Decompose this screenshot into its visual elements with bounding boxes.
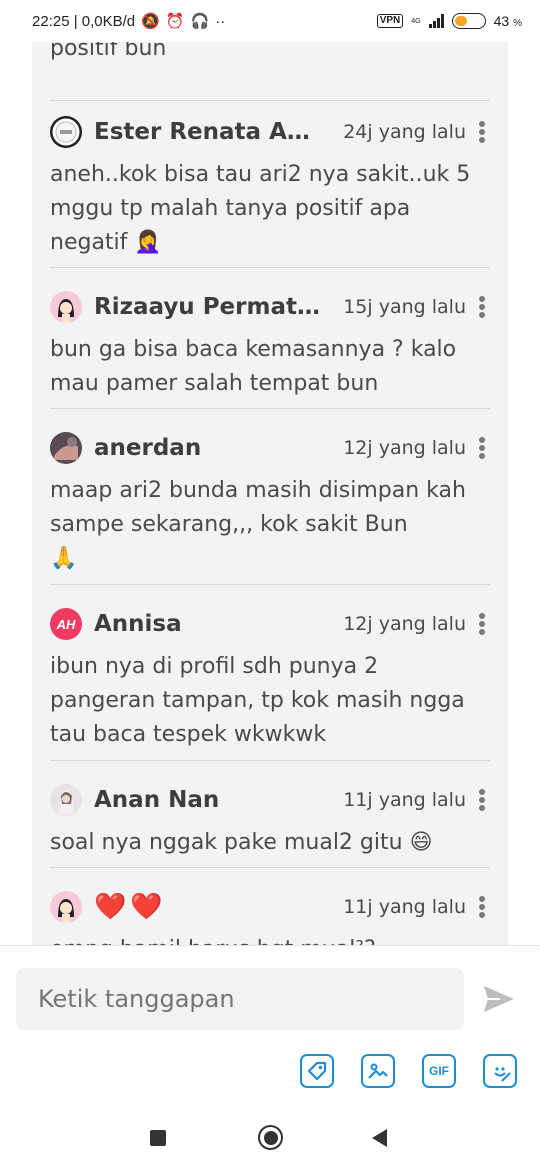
signal-icon xyxy=(428,14,444,28)
network-label: 4G xyxy=(411,17,421,25)
woman-icon xyxy=(50,291,82,323)
send-icon[interactable] xyxy=(482,984,516,1014)
grinning-emoji: 😄 xyxy=(409,830,433,855)
more-options-icon[interactable] xyxy=(474,119,490,145)
status-bar: 22:25 | 0,0KB/d 🔕 ⏰ 🎧 ·· VPN 4G 43 % xyxy=(0,0,540,42)
comment-text: aneh..kok bisa tau ari2 nya sakit..uk 5 … xyxy=(50,158,480,260)
divider xyxy=(50,760,490,761)
comment-text: maap ari2 bunda masih disimpan kah sampe… xyxy=(50,474,480,576)
tag-icon[interactable] xyxy=(300,1054,334,1088)
more-options-icon[interactable] xyxy=(474,787,490,813)
woman-icon xyxy=(50,891,82,923)
more-options-icon[interactable] xyxy=(474,294,490,320)
status-time: 22:25 | 0,0KB/d xyxy=(32,12,136,30)
sticker-icon[interactable] xyxy=(483,1054,517,1088)
status-left: 22:25 | 0,0KB/d 🔕 ⏰ 🎧 ·· xyxy=(32,12,226,31)
commenter-name[interactable]: Ester Renata Abih… xyxy=(94,119,326,145)
comment-feed[interactable]: positif bun Ester Renata Abih… 24j yang … xyxy=(0,42,540,945)
divider xyxy=(50,584,490,585)
photo-icon xyxy=(50,784,82,816)
comment-time: 11j yang lalu xyxy=(343,789,466,811)
reply-composer: GIF xyxy=(0,945,540,1105)
battery-unit: % xyxy=(513,18,522,29)
avatar[interactable] xyxy=(50,784,82,816)
commenter-name-hearts[interactable]: ❤️❤️ xyxy=(94,892,167,922)
avatar[interactable] xyxy=(50,116,82,148)
comment-card: positif bun Ester Renata Abih… 24j yang … xyxy=(32,42,508,945)
battery-fill xyxy=(454,16,467,26)
comment-time: 12j yang lalu xyxy=(343,437,466,459)
comment-text: bun ga bisa baca kemasannya ? kalo mau p… xyxy=(50,337,457,396)
avatar[interactable] xyxy=(50,891,82,923)
more-options-icon[interactable] xyxy=(474,435,490,461)
comment-text-content: maap ari2 bunda masih disimpan kah sampe… xyxy=(50,478,466,537)
status-right: VPN 4G 43 % xyxy=(376,13,522,29)
facepalm-emoji: 🤦‍♀️ xyxy=(134,230,162,255)
battery-icon xyxy=(451,13,486,29)
avatar[interactable] xyxy=(50,432,82,464)
vpn-badge: VPN xyxy=(376,14,404,28)
composer-toolbar: GIF xyxy=(300,1054,517,1088)
comment-header: Ester Renata Abih… 24j yang lalu xyxy=(50,112,490,152)
back-button[interactable] xyxy=(372,1129,387,1147)
commenter-name[interactable]: anerdan xyxy=(94,435,326,461)
comment-header: Anan Nan 11j yang lalu xyxy=(50,780,490,820)
comment-text: ibun nya di profil sdh punya 2 pangeran … xyxy=(50,654,465,747)
mute-notification-icon: 🔕 xyxy=(141,13,160,30)
battery-percent: 43 % xyxy=(494,13,522,29)
commenter-name[interactable]: Anan Nan xyxy=(94,787,326,813)
comment-text-content: soal nya nggak pake mual2 gitu xyxy=(50,830,403,855)
divider xyxy=(50,408,490,409)
comment-time: 11j yang lalu xyxy=(343,896,466,918)
more-options-icon[interactable] xyxy=(474,611,490,637)
folded-hands-emoji: 🙏 xyxy=(50,546,78,571)
ring-icon xyxy=(50,116,82,148)
comment-text: emng hamil harus bgt mual²? xyxy=(50,933,480,945)
comment-header: ❤️❤️ 11j yang lalu xyxy=(50,887,490,927)
system-navigation-bar xyxy=(0,1105,540,1170)
comment-time: 15j yang lalu xyxy=(343,296,466,318)
comment-time: 12j yang lalu xyxy=(343,613,466,635)
comment-header: AH Annisa 12j yang lalu xyxy=(50,604,490,644)
avatar[interactable] xyxy=(50,291,82,323)
avatar[interactable]: AH xyxy=(50,608,82,640)
comment-header: Rizaayu Permata… 15j yang lalu xyxy=(50,287,490,327)
initials-icon: AH xyxy=(56,616,76,632)
divider xyxy=(50,867,490,868)
more-notifications-icon: ·· xyxy=(215,12,226,30)
image-icon[interactable] xyxy=(361,1054,395,1088)
comment-text-content: aneh..kok bisa tau ari2 nya sakit..uk 5 … xyxy=(50,162,471,255)
photo-icon xyxy=(50,432,82,464)
gif-icon[interactable]: GIF xyxy=(422,1054,456,1088)
divider xyxy=(50,100,490,101)
alarm-icon: ⏰ xyxy=(165,13,185,30)
commenter-name[interactable]: Annisa xyxy=(94,611,326,637)
more-options-icon[interactable] xyxy=(474,894,490,920)
network-type: 4G xyxy=(411,18,420,25)
home-button[interactable] xyxy=(258,1125,283,1150)
comment-text: soal nya nggak pake mual2 gitu 😄 xyxy=(50,826,480,860)
battery-value: 43 xyxy=(493,13,510,29)
comment-time: 24j yang lalu xyxy=(343,121,466,143)
recents-button[interactable] xyxy=(150,1130,166,1146)
gif-label: GIF xyxy=(429,1064,449,1078)
reply-input[interactable] xyxy=(16,968,464,1030)
commenter-name[interactable]: Rizaayu Permata… xyxy=(94,294,326,320)
comment-header: anerdan 12j yang lalu xyxy=(50,428,490,468)
headphones-icon: 🎧 xyxy=(190,13,210,30)
divider xyxy=(50,267,490,268)
truncated-comment-text: positif bun xyxy=(50,42,167,61)
